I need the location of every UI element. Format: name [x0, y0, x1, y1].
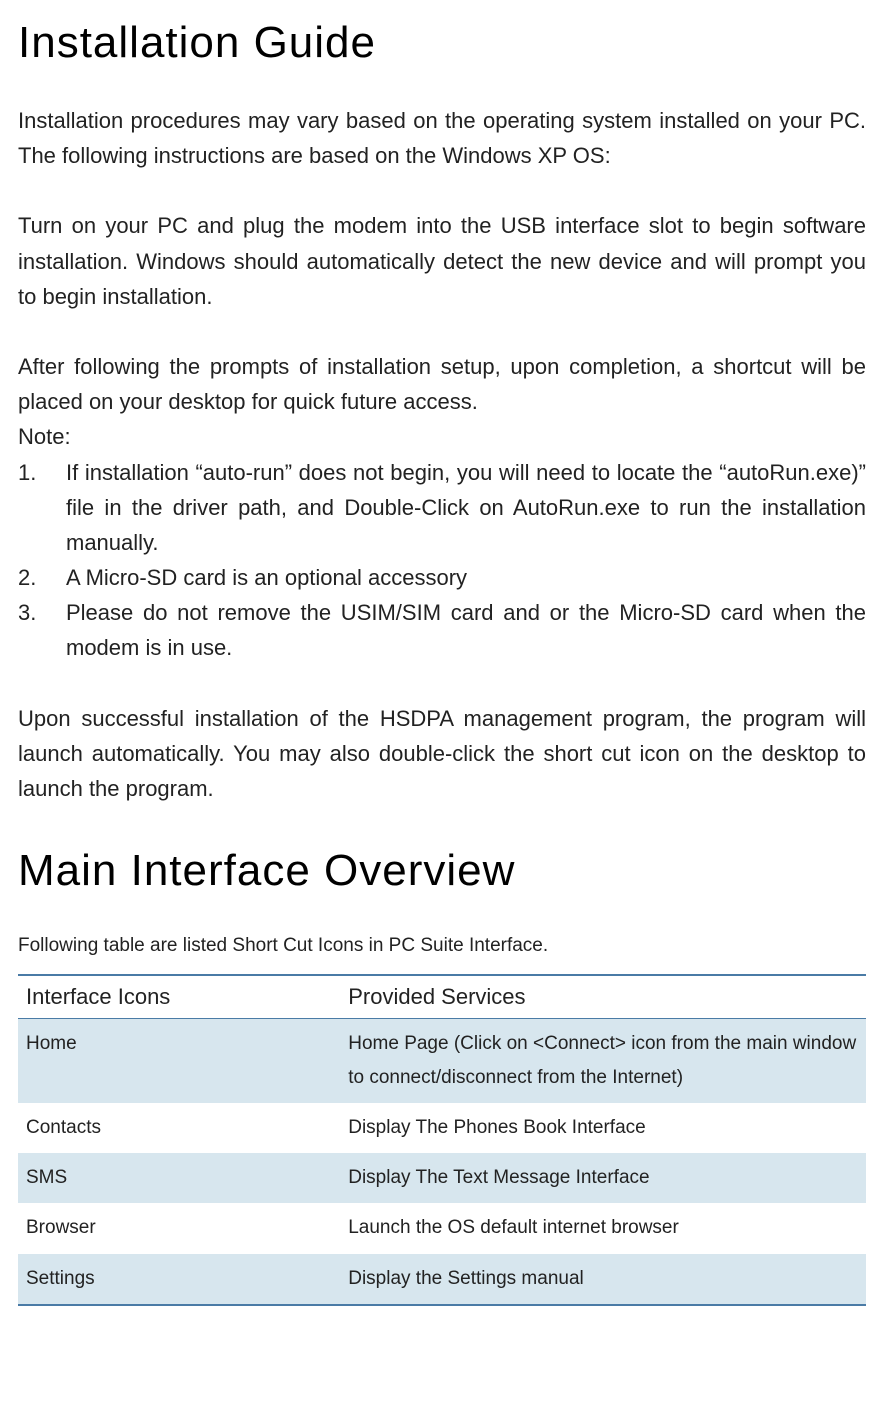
table-cell-service: Display The Phones Book Interface: [340, 1103, 866, 1153]
table-cell-service: Home Page (Click on <Connect> icon from …: [340, 1018, 866, 1103]
section1-title: Installation Guide: [18, 18, 866, 68]
section1-para3: After following the prompts of installat…: [18, 349, 866, 419]
table-row: Browser Launch the OS default internet b…: [18, 1203, 866, 1253]
table-cell-service: Display the Settings manual: [340, 1254, 866, 1305]
table-header-services: Provided Services: [340, 975, 866, 1019]
table-cell-icon: Home: [18, 1018, 340, 1103]
section1-para2: Turn on your PC and plug the modem into …: [18, 208, 866, 314]
table-header-icons: Interface Icons: [18, 975, 340, 1019]
table-cell-service: Launch the OS default internet browser: [340, 1203, 866, 1253]
table-cell-icon: Settings: [18, 1254, 340, 1305]
section1-para4: Upon successful installation of the HSDP…: [18, 701, 866, 807]
note-item: Please do not remove the USIM/SIM card a…: [18, 595, 866, 665]
section2-title: Main Interface Overview: [18, 846, 866, 896]
table-row: Home Home Page (Click on <Connect> icon …: [18, 1018, 866, 1103]
table-row: Settings Display the Settings manual: [18, 1254, 866, 1305]
table-cell-icon: Contacts: [18, 1103, 340, 1153]
note-item: If installation “auto-run” does not begi…: [18, 455, 866, 561]
section1-para1: Installation procedures may vary based o…: [18, 103, 866, 173]
table-cell-icon: Browser: [18, 1203, 340, 1253]
table-row: Contacts Display The Phones Book Interfa…: [18, 1103, 866, 1153]
note-label: Note:: [18, 419, 866, 454]
table-row: SMS Display The Text Message Interface: [18, 1153, 866, 1203]
note-item: A Micro-SD card is an optional accessory: [18, 560, 866, 595]
shortcut-icons-table: Interface Icons Provided Services Home H…: [18, 974, 866, 1306]
table-cell-service: Display The Text Message Interface: [340, 1153, 866, 1203]
note-list: If installation “auto-run” does not begi…: [18, 455, 866, 666]
section2-intro: Following table are listed Short Cut Ico…: [18, 931, 866, 961]
table-cell-icon: SMS: [18, 1153, 340, 1203]
